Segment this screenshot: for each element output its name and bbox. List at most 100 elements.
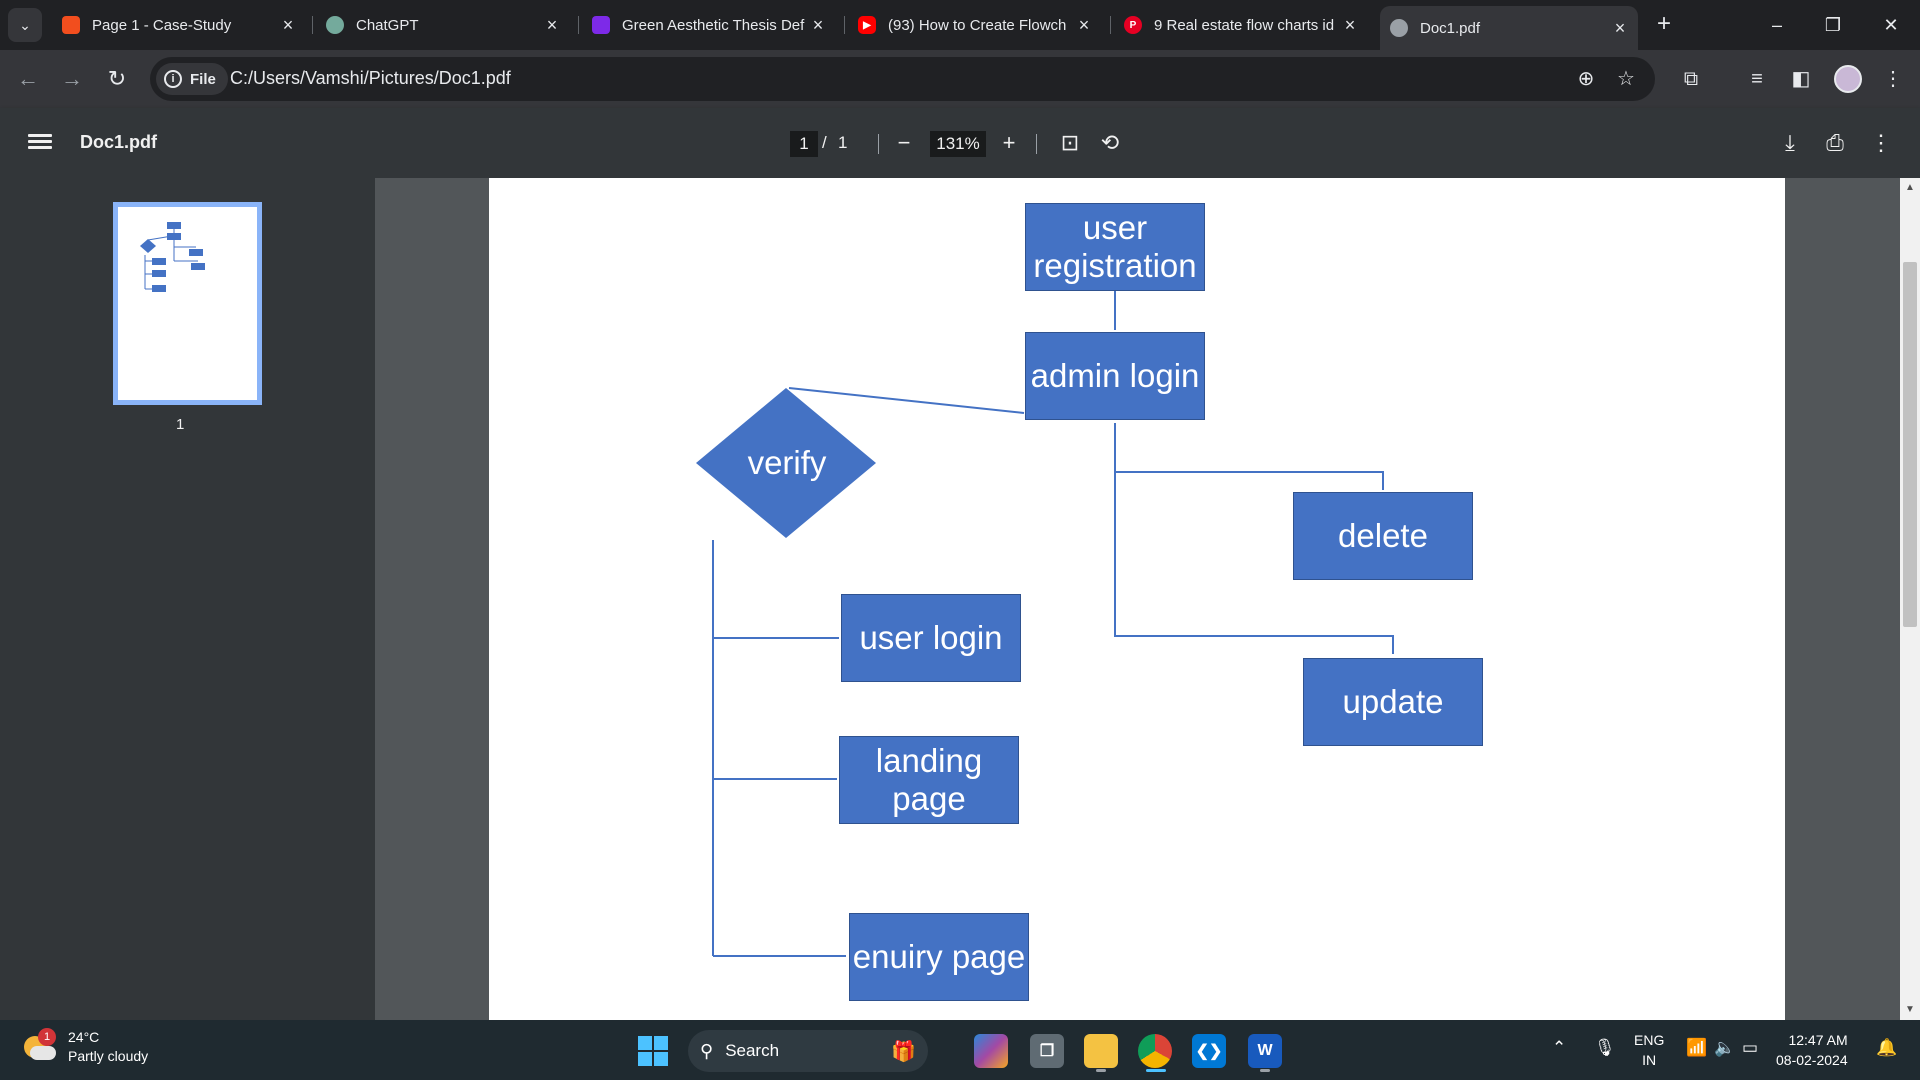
canva-icon	[592, 16, 610, 34]
system-clock[interactable]: 12:47 AM 08-02-2024	[1776, 1030, 1848, 1070]
menu-icon[interactable]	[28, 131, 52, 155]
scroll-up-arrow-icon[interactable]: ▲	[1900, 178, 1920, 198]
flowchart-connectors	[696, 291, 1394, 957]
vscode-icon[interactable]: ❮❯	[1192, 1034, 1226, 1068]
page-number-input[interactable]: 1	[790, 131, 818, 157]
windows-taskbar: 1 24°C Partly cloudy ⚲ Search 🎁 ❐ ❮❯ W ⌃…	[0, 1020, 1920, 1080]
tab-youtube[interactable]: ▶ (93) How to Create Flowch ×	[848, 8, 1102, 42]
info-icon: i	[164, 70, 182, 88]
viewer-scrollbar[interactable]: ▲ ▼	[1900, 178, 1920, 1020]
gift-icon: 🎁	[891, 1040, 916, 1063]
media-control-icon[interactable]: ≡	[1742, 64, 1772, 94]
start-button[interactable]	[638, 1036, 668, 1066]
restore-button[interactable]: ❐	[1810, 10, 1856, 40]
side-panel-icon[interactable]: ◧	[1786, 64, 1816, 94]
toolbar-divider	[878, 134, 879, 154]
pdf-toolbar: Doc1.pdf 1 / 1 − 131% + ⊡ ⟲ ⤓ ⎙ ⋮	[0, 108, 1920, 178]
page-separator: /	[822, 133, 827, 152]
address-bar[interactable]: i File C:/Users/Vamshi/Pictures/Doc1.pdf…	[150, 57, 1655, 101]
close-icon[interactable]: ×	[1338, 15, 1362, 36]
close-window-button[interactable]: ✕	[1868, 10, 1914, 40]
tab-divider	[844, 16, 845, 34]
youtube-icon: ▶	[858, 16, 876, 34]
toolbar-divider	[1036, 134, 1037, 154]
running-indicator	[1260, 1069, 1270, 1072]
taskbar-search[interactable]: ⚲ Search 🎁	[688, 1030, 928, 1072]
word-icon[interactable]: W	[1248, 1034, 1282, 1068]
node-update: update	[1303, 658, 1483, 746]
clock-time: 12:47 AM	[1788, 1032, 1848, 1048]
print-icon[interactable]: ⎙	[1820, 128, 1850, 158]
back-button[interactable]: ←	[12, 63, 44, 95]
tab-divider	[578, 16, 579, 34]
site-info-chip[interactable]: i File	[156, 63, 228, 95]
notifications-icon[interactable]: 🔔	[1876, 1038, 1897, 1058]
tab-title: 9 Real estate flow charts id	[1154, 16, 1335, 34]
clock-date: 08-02-2024	[1776, 1052, 1848, 1068]
more-menu-icon[interactable]: ⋮	[1878, 64, 1908, 94]
tab-doc1-pdf[interactable]: Doc1.pdf ×	[1380, 6, 1638, 50]
close-icon[interactable]: ×	[540, 15, 564, 36]
chrome-icon[interactable]	[1138, 1034, 1172, 1068]
close-icon[interactable]: ×	[1608, 18, 1632, 39]
volume-icon[interactable]: 🔈	[1714, 1038, 1735, 1058]
copilot-icon[interactable]	[974, 1034, 1008, 1068]
chevron-up-icon[interactable]: ⌃	[1552, 1038, 1566, 1058]
notification-badge: 1	[38, 1028, 56, 1046]
tab-title: Page 1 - Case-Study	[92, 16, 232, 34]
zoom-out-icon[interactable]: −	[889, 128, 919, 158]
scroll-down-arrow-icon[interactable]: ▼	[1900, 1000, 1920, 1020]
tab-divider	[1110, 16, 1111, 34]
page-thumbnail[interactable]	[113, 202, 262, 405]
page-total: 1	[838, 133, 848, 152]
search-icon: ⚲	[700, 1040, 714, 1061]
extensions-icon[interactable]: ⧉	[1676, 64, 1706, 94]
close-icon[interactable]: ×	[276, 15, 300, 36]
zoom-level-input[interactable]: 131%	[930, 131, 986, 157]
tab-chatgpt[interactable]: ChatGPT ×	[316, 8, 570, 42]
file-explorer-icon[interactable]	[1084, 1034, 1118, 1068]
close-icon[interactable]: ×	[806, 15, 830, 36]
active-indicator	[1146, 1069, 1166, 1072]
forward-button[interactable]: →	[56, 63, 88, 95]
chatgpt-icon	[326, 16, 344, 34]
figma-icon	[62, 16, 80, 34]
profile-avatar[interactable]	[1834, 65, 1862, 93]
pdf-viewer: user registration admin login verify del…	[375, 178, 1900, 1020]
tab-divider	[312, 16, 313, 34]
node-verify: verify	[747, 444, 827, 482]
wifi-icon[interactable]: 📶	[1686, 1038, 1707, 1058]
tab-search-button[interactable]: ⌄	[8, 8, 42, 42]
search-label: Search	[725, 1041, 780, 1060]
zoom-in-icon[interactable]: +	[994, 128, 1024, 158]
reload-button[interactable]: ↻	[101, 63, 133, 95]
battery-icon[interactable]: ▭	[1742, 1038, 1758, 1058]
scroll-thumb[interactable]	[1903, 262, 1917, 627]
node-user-registration: user registration	[1025, 203, 1205, 291]
thumbnail-sidebar: 1	[0, 178, 375, 1020]
minimize-button[interactable]: –	[1754, 10, 1800, 40]
close-icon[interactable]: ×	[1072, 15, 1096, 36]
tab-canva[interactable]: Green Aesthetic Thesis Def ×	[582, 8, 836, 42]
task-view-icon[interactable]: ❐	[1030, 1034, 1064, 1068]
region-code: IN	[1642, 1052, 1657, 1068]
bookmark-star-icon[interactable]: ☆	[1612, 65, 1640, 93]
tab-pinterest[interactable]: P 9 Real estate flow charts id ×	[1114, 8, 1368, 42]
node-admin-login: admin login	[1025, 332, 1205, 420]
weather-description: Partly cloudy	[68, 1048, 149, 1064]
connector-admin-delete	[1114, 423, 1384, 490]
tab-title: Green Aesthetic Thesis Def	[622, 16, 805, 34]
new-tab-button[interactable]: +	[1652, 12, 1676, 36]
fit-page-icon[interactable]: ⊡	[1055, 128, 1085, 158]
tab-strip: ⌄ Page 1 - Case-Study × ChatGPT × Green …	[0, 0, 1920, 50]
browser-toolbar: ← → ↻ i File C:/Users/Vamshi/Pictures/Do…	[0, 50, 1920, 108]
zoom-icon[interactable]: ⊕	[1572, 65, 1600, 93]
download-icon[interactable]: ⤓	[1775, 128, 1805, 158]
language-indicator[interactable]: ENG IN	[1634, 1030, 1664, 1070]
weather-widget[interactable]: 1 24°C Partly cloudy	[22, 1028, 148, 1066]
rotate-icon[interactable]: ⟲	[1095, 128, 1125, 158]
microphone-icon[interactable]: 🎙	[1594, 1038, 1616, 1058]
tab-case-study[interactable]: Page 1 - Case-Study ×	[52, 8, 306, 42]
url-text[interactable]: C:/Users/Vamshi/Pictures/Doc1.pdf	[230, 68, 511, 89]
more-options-icon[interactable]: ⋮	[1866, 128, 1896, 158]
